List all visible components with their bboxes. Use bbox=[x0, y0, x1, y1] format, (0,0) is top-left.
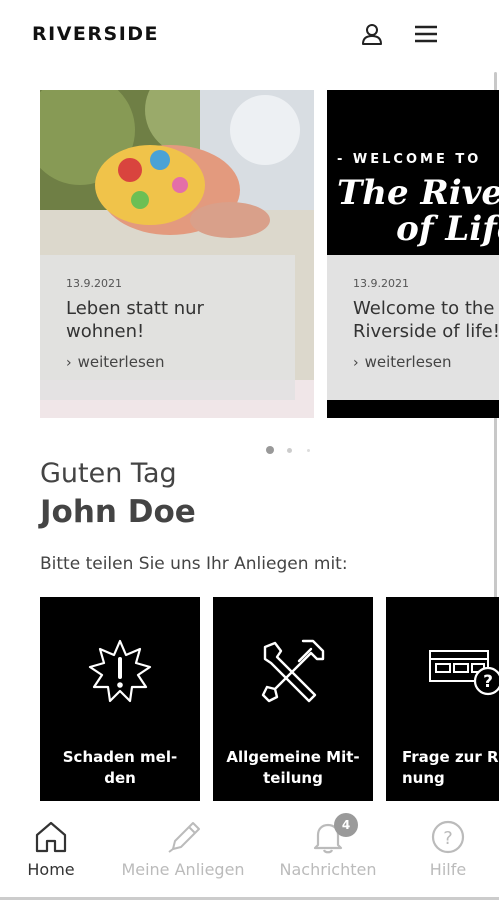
nav-label: Home bbox=[27, 860, 75, 879]
nav-label: Hilfe bbox=[429, 860, 467, 879]
help-icon: ? bbox=[430, 819, 466, 855]
app-header: RIVERSIDE bbox=[0, 0, 499, 70]
image-welcome-text: - WELCOME TO bbox=[337, 152, 482, 167]
report-damage-tile[interactable]: Schaden mel- den bbox=[40, 597, 200, 801]
nav-label: Meine Anliegen bbox=[121, 860, 245, 879]
menu-icon[interactable] bbox=[412, 20, 440, 48]
greeting-salutation: Guten Tag bbox=[40, 458, 177, 489]
nav-messages[interactable]: 4 Nachrichten bbox=[266, 805, 390, 900]
request-prompt: Bitte teilen Sie uns Ihr Anliegen mit: bbox=[40, 554, 348, 574]
pagination-dot[interactable] bbox=[287, 448, 292, 453]
tile-label: Allgemeine Mit- teilung bbox=[226, 748, 360, 787]
pagination-dot[interactable] bbox=[307, 449, 310, 452]
news-date: 13.9.2021 bbox=[66, 277, 122, 290]
news-card[interactable]: - WELCOME TO The Rivers of Life 13.9.202… bbox=[327, 90, 499, 418]
news-title: Welcome to the Riverside of life! bbox=[353, 298, 499, 342]
image-script-text: The Rivers of Life bbox=[337, 173, 499, 249]
svg-text:?: ? bbox=[483, 672, 493, 692]
general-message-tile[interactable]: Allgemeine Mit- teilung bbox=[213, 597, 373, 801]
news-card[interactable]: 13.9.2021 Leben statt nur wohnen! › weite… bbox=[40, 90, 314, 418]
tools-icon bbox=[259, 637, 327, 705]
home-icon bbox=[33, 819, 69, 855]
svg-text:?: ? bbox=[443, 828, 453, 849]
nav-help[interactable]: ? Hilfe bbox=[386, 805, 499, 900]
chevron-right-icon: › bbox=[353, 355, 359, 371]
invoice-question-tile[interactable]: ? Frage zur Re nung bbox=[386, 597, 499, 801]
invoice-question-icon: ? bbox=[428, 647, 499, 715]
read-more-link[interactable]: › weiterlesen bbox=[66, 353, 165, 371]
news-title: Leben statt nur wohnen! bbox=[66, 298, 204, 342]
nav-home[interactable]: Home bbox=[0, 805, 113, 900]
user-name: John Doe bbox=[40, 494, 196, 530]
damage-warning-icon bbox=[86, 637, 154, 705]
tile-label: Schaden mel- den bbox=[62, 748, 178, 787]
read-more-label: weiterlesen bbox=[77, 353, 165, 371]
pencil-icon bbox=[165, 819, 201, 855]
bottom-navigation: Home Meine Anliegen 4 Nachrichten ? Hilf… bbox=[0, 805, 499, 900]
nav-label: Nachrichten bbox=[279, 860, 377, 879]
news-card-panel: 13.9.2021 Welcome to the Riverside of li… bbox=[327, 255, 499, 400]
notification-badge: 4 bbox=[334, 813, 358, 837]
user-icon[interactable] bbox=[358, 20, 386, 48]
news-date: 13.9.2021 bbox=[353, 277, 409, 290]
read-more-label: weiterlesen bbox=[364, 353, 452, 371]
tile-label: Frage zur Re nung bbox=[402, 748, 499, 787]
news-card-panel: 13.9.2021 Leben statt nur wohnen! › weite… bbox=[40, 255, 295, 400]
nav-my-requests[interactable]: Meine Anliegen bbox=[121, 805, 245, 900]
chevron-right-icon: › bbox=[66, 355, 72, 371]
riverside-logo[interactable]: RIVERSIDE bbox=[32, 23, 159, 45]
news-carousel[interactable]: 13.9.2021 Leben statt nur wohnen! › weite… bbox=[40, 90, 499, 418]
read-more-link[interactable]: › weiterlesen bbox=[353, 353, 452, 371]
pagination-dot-active[interactable] bbox=[266, 446, 274, 454]
